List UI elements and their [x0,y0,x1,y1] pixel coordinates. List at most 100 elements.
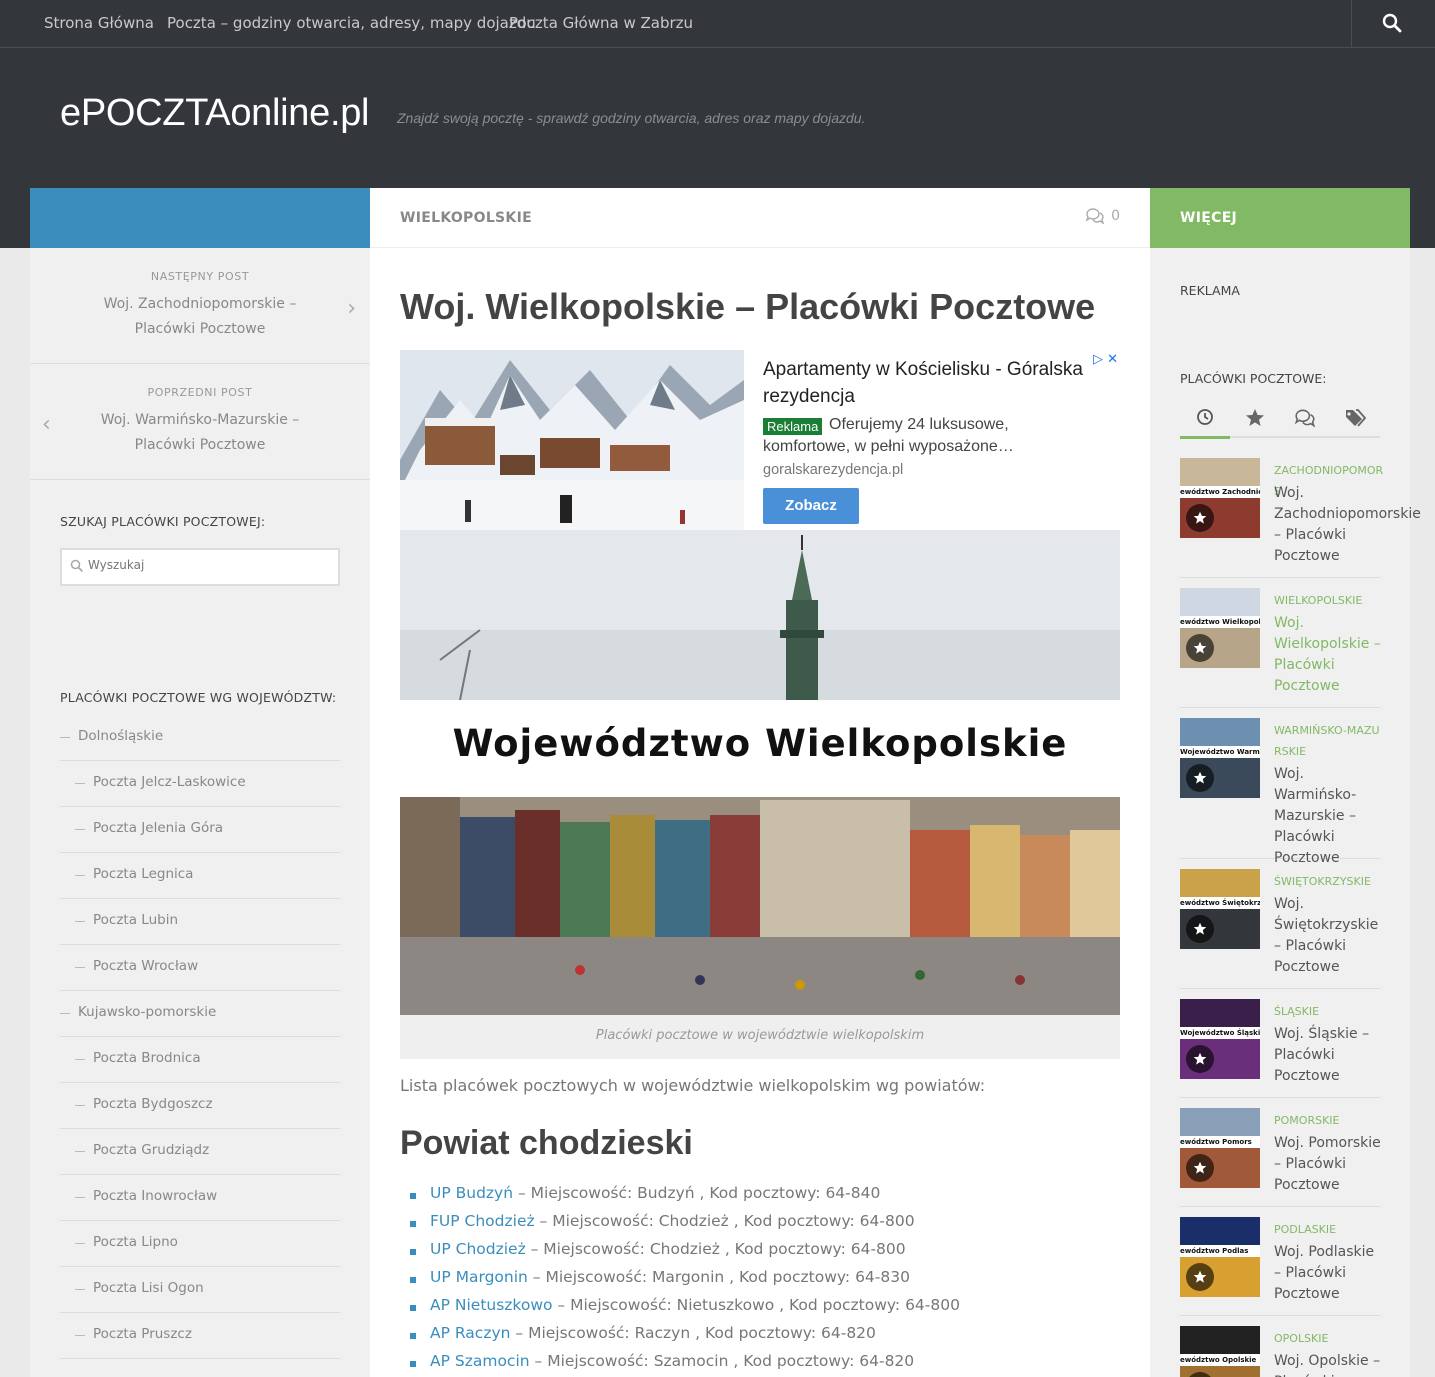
post-category[interactable]: WIELKOPOLSKIE [1274,590,1384,611]
subcategory-item[interactable]: Poczta Grudziądz [60,1129,340,1175]
list-dash [75,1289,85,1290]
nav-item-home[interactable]: Strona Główna [44,14,154,32]
subcategory-item[interactable]: Poczta Lisi Ogon [60,1267,340,1313]
office-link[interactable]: FUP Chodzież [430,1212,535,1230]
comments-icon [1294,409,1316,427]
thumbnail-label: ewództwo Świętokrzy [1180,899,1260,907]
post-list-item[interactable]: ewództwo Świętokrzy ŚWIĘTOKRZYSKIE Woj. Św… [1180,869,1380,989]
category-link[interactable]: Poczta Lisi Ogon [93,1280,204,1296]
ad-widget-title: REKLAMA [1180,283,1240,298]
post-title-link[interactable]: Woj. Zachodniopomorskie – Placówki Poczt… [1274,483,1421,567]
office-details: – Miejscowość: Nietuszkowo , Kod pocztow… [552,1296,960,1314]
post-list-item[interactable]: ewództwo Opolskie OPOLSKIE Woj. Opolskie –… [1180,1326,1380,1377]
category-link[interactable]: Dolnośląskie [78,728,163,744]
office-link[interactable]: UP Margonin [430,1268,528,1286]
tab-comments[interactable] [1280,398,1330,438]
tab-popular[interactable] [1230,398,1280,438]
ad-url[interactable]: goralskarezydencja.pl [763,462,903,478]
tab-tags[interactable] [1330,398,1380,438]
site-tagline: Znajdź swoją pocztę - sprawdź godziny ot… [397,110,866,126]
subcategory-item[interactable]: Poczta Jelcz-Laskowice [60,761,340,807]
post-thumbnail[interactable]: Województwo Śląskie [1180,999,1260,1079]
post-category[interactable]: POMORSKIE [1274,1110,1384,1131]
category-link[interactable]: Poczta Wrocław [93,958,198,974]
previous-post-title: Woj. Warmińsko-Mazurskie – Placówki Pocz… [100,412,300,453]
post-thumbnail[interactable]: ewództwo Zachodniopo [1180,458,1260,538]
posts-widget-title: PLACÓWKI POCZTOWE: [1180,371,1327,386]
office-link[interactable]: AP Szamocin [430,1352,530,1370]
post-list-item[interactable]: Województwo Śląskie ŚLĄSKIE Woj. Śląskie –… [1180,999,1380,1098]
ad-cta-button[interactable]: Zobacz [763,488,859,524]
post-thumbnail[interactable]: ewództwo Wielkopol [1180,588,1260,668]
subcategory-item[interactable]: Poczta Pruszcz [60,1313,340,1359]
post-category[interactable]: WARMIŃSKO-MAZURSKIE [1274,720,1384,762]
ad-image-mountains[interactable] [400,350,744,530]
post-title-link[interactable]: Woj. Pomorskie – Placówki Pocztowe [1274,1133,1382,1196]
previous-post-link[interactable]: POPRZEDNI POST Woj. Warmińsko-Mazurskie … [30,364,370,480]
office-link[interactable]: AP Raczyn [430,1324,510,1342]
advertisement[interactable]: Apartamenty w Kościelisku - Góralska rez… [400,350,1120,530]
post-thumbnail[interactable]: Województwo Warmińsko-Mazurskie [1180,718,1260,798]
subcategory-item[interactable]: Poczta Lipno [60,1221,340,1267]
subcategory-item[interactable]: Poczta Wrocław [60,945,340,991]
post-thumbnail[interactable]: ewództwo Pomors [1180,1108,1260,1188]
category-link[interactable]: Kujawsko-pomorskie [78,1004,216,1020]
post-list-item[interactable]: ewództwo Pomors POMORSKIE Woj. Pomorskie –… [1180,1108,1382,1207]
figure-caption: Placówki pocztowe w województwie wielkop… [595,1028,925,1043]
category-link[interactable]: Poczta Jelcz-Laskowice [93,774,246,790]
ad-headline[interactable]: Apartamenty w Kościelisku - Góralska rez… [763,356,1083,410]
post-category[interactable]: ŚWIĘTOKRZYSKIE [1274,871,1384,892]
subcategory-item[interactable]: Poczta Inowrocław [60,1175,340,1221]
office-link[interactable]: UP Chodzież [430,1240,526,1258]
featured-image-banner-text: Województwo Wielkopolskie [452,722,1068,765]
post-thumbnail[interactable]: ewództwo Podlas [1180,1217,1260,1297]
subcategory-item[interactable]: Poczta Lubin [60,899,340,945]
office-list-item: AP Nietuszkowo – Miejscowość: Nietuszkow… [410,1296,960,1324]
category-link[interactable]: Poczta Brodnica [93,1050,201,1066]
post-list-item[interactable]: ewództwo Podlas PODLASKIE Woj. Podlaskie –… [1180,1217,1380,1316]
post-title-link[interactable]: Woj. Opolskie – Placówki Pocztowe [1274,1351,1382,1377]
post-list-item[interactable]: Województwo Warmińsko-MazurskieWARMIŃSKO… [1180,718,1380,866]
post-thumbnail[interactable]: ewództwo Opolskie [1180,1326,1260,1377]
next-post-link[interactable]: NASTĘPNY POST Woj. Zachodniopomorskie – … [30,248,370,364]
ad-choices-icon[interactable]: ▷ ✕ [1093,352,1118,367]
post-category[interactable]: ŚLĄSKIE [1274,1001,1384,1022]
category-link[interactable]: Poczta Pruszcz [93,1326,192,1342]
post-title-link[interactable]: Woj. Wielkopolskie – Placówki Pocztowe [1274,613,1382,697]
post-list-item[interactable]: ewództwo Wielkopol WIELKOPOLSKIE Woj. Wiel… [1180,588,1382,708]
post-list-item[interactable]: ewództwo ZachodniopoZACHODNIOPOMORSWoj. … [1180,458,1421,578]
category-link[interactable]: Poczta Grudziądz [93,1142,209,1158]
post-title-link[interactable]: Woj. Warmińsko-Mazurskie – Placówki Pocz… [1274,764,1382,869]
subcategory-item[interactable]: Poczta Brodnica [60,1037,340,1083]
category-link[interactable]: Poczta Inowrocław [93,1188,217,1204]
search-input[interactable] [88,558,328,572]
post-title-link[interactable]: Woj. Świętokrzyskie – Placówki Pocztowe [1274,894,1382,978]
nav-search-button[interactable] [1351,0,1435,48]
post-title-link[interactable]: Woj. Podlaskie – Placówki Pocztowe [1274,1242,1382,1305]
subcategory-item[interactable]: Poczta Jelenia Góra [60,807,340,853]
post-category[interactable]: OPOLSKIE [1274,1328,1384,1349]
category-item[interactable]: Dolnośląskie [60,715,340,761]
post-category[interactable]: PODLASKIE [1274,1219,1384,1240]
office-link[interactable]: UP Budzyń [430,1184,513,1202]
category-item[interactable]: Kujawsko-pomorskie [60,991,340,1037]
nav-item-post-offices[interactable]: Poczta – godziny otwarcia, adresy, mapy … [167,14,536,32]
category-link[interactable]: Poczta Bydgoszcz [93,1096,213,1112]
office-link[interactable]: AP Nietuszkowo [430,1296,553,1314]
category-link[interactable]: Poczta Lipno [93,1234,178,1250]
comments-count: 0 [1111,208,1120,224]
post-thumbnail[interactable]: ewództwo Świętokrzy [1180,869,1260,949]
category-link[interactable]: Poczta Jelenia Góra [93,820,223,836]
post-title-link[interactable]: Woj. Śląskie – Placówki Pocztowe [1274,1024,1382,1087]
nav-item-zabrze[interactable]: Poczta Główna w Zabrzu [509,14,693,32]
comments-count-link[interactable]: 0 [1085,208,1120,224]
site-logo[interactable]: ePOCZTAonline.pl [60,92,369,135]
left-sidebar: NASTĘPNY POST Woj. Zachodniopomorskie – … [30,248,370,1377]
subcategory-item[interactable]: Poczta Legnica [60,853,340,899]
subcategory-item[interactable]: Poczta Bydgoszcz [60,1083,340,1129]
category-link[interactable]: Poczta Lubin [93,912,178,928]
star-icon [1186,634,1214,662]
post-category-link[interactable]: WIELKOPOLSKIE [400,210,532,226]
tab-recent[interactable] [1180,398,1230,439]
category-link[interactable]: Poczta Legnica [93,866,193,882]
